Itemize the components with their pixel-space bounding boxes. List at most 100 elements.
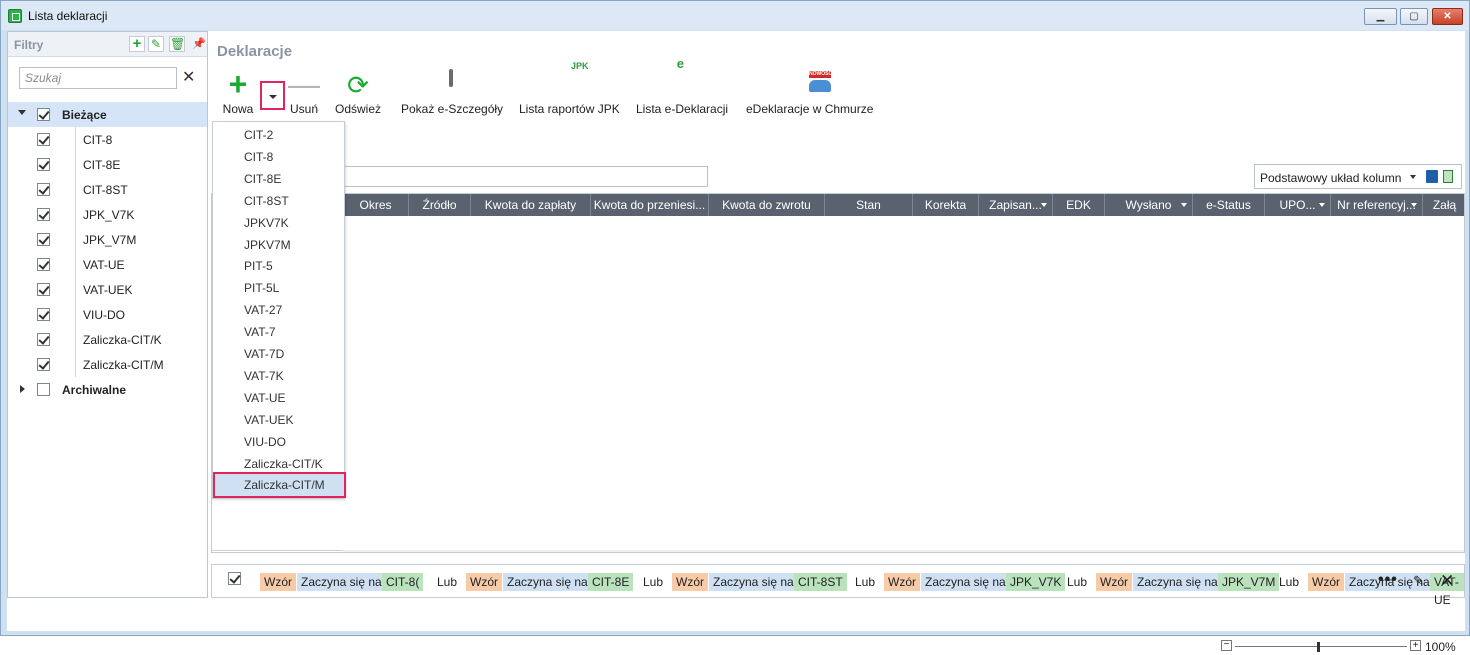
close-window-button[interactable]: ✕ — [1432, 8, 1463, 25]
column-header[interactable]: e-Status — [1193, 194, 1265, 216]
delete-filter-icon[interactable]: 🗑 — [169, 36, 185, 52]
menu-item[interactable]: JPKV7K — [214, 212, 343, 234]
filter-token[interactable]: Zaczyna się na — [709, 573, 798, 591]
clear-filter-expression-icon[interactable]: ✕ — [1440, 571, 1454, 591]
column-header[interactable]: Kwota do zapłaty — [471, 194, 591, 216]
zoom-slider-knob[interactable] — [1317, 642, 1320, 652]
group-checkbox[interactable] — [37, 108, 50, 121]
menu-item[interactable]: VAT-7K — [214, 365, 343, 387]
minimize-button[interactable]: ▁ — [1364, 8, 1397, 25]
tree-group[interactable]: Bieżące — [8, 102, 207, 127]
item-checkbox[interactable] — [37, 133, 50, 146]
column-header[interactable]: Kwota do przeniesi... — [591, 194, 709, 216]
clear-search-icon[interactable]: ✕ — [182, 70, 195, 86]
item-checkbox[interactable] — [37, 233, 50, 246]
tree-item[interactable]: VAT-UEK — [8, 277, 207, 302]
column-header[interactable]: Kwota do zwrotu — [709, 194, 825, 216]
filter-token[interactable]: Wzór — [1096, 573, 1132, 591]
filter-token[interactable]: Lub — [639, 573, 667, 591]
tree-item[interactable]: CIT-8E — [8, 152, 207, 177]
filter-token[interactable]: Lub — [1063, 573, 1091, 591]
filter-enabled-checkbox[interactable] — [228, 572, 241, 585]
column-header[interactable]: Okres — [343, 194, 409, 216]
save-layout-icon[interactable] — [1426, 170, 1438, 183]
maximize-button[interactable]: ▢ — [1400, 8, 1428, 25]
filter-token[interactable]: Wzór — [884, 573, 920, 591]
filter-token[interactable]: Wzór — [466, 573, 502, 591]
column-header[interactable]: Zapisan... — [979, 194, 1053, 216]
item-checkbox[interactable] — [37, 258, 50, 271]
item-checkbox[interactable] — [37, 308, 50, 321]
tree-item[interactable]: JPK_V7K — [8, 202, 207, 227]
menu-item[interactable]: VAT-27 — [214, 299, 343, 321]
filter-token[interactable]: Lub — [433, 573, 461, 591]
edit-filter-icon[interactable]: ✎ — [148, 36, 164, 52]
delete-button[interactable]: — Usuń — [287, 68, 321, 116]
more-icon[interactable]: ••• — [1378, 571, 1398, 589]
column-layout-select[interactable]: Podstawowy układ kolumn — [1254, 164, 1462, 189]
tree-item[interactable]: VIU-DO — [8, 302, 207, 327]
item-checkbox[interactable] — [37, 158, 50, 171]
menu-item[interactable]: PIT-5 — [214, 255, 343, 277]
jpk-reports-list-button[interactable]: JPK Lista raportów JPK — [519, 61, 620, 116]
menu-item[interactable]: PIT-5L — [214, 277, 343, 299]
column-filter-icon[interactable] — [1041, 203, 1047, 207]
menu-item[interactable]: CIT-2 — [214, 124, 343, 146]
menu-item[interactable]: JPKV7M — [214, 234, 343, 256]
menu-item[interactable]: VAT-7D — [214, 343, 343, 365]
refresh-button[interactable]: ⟳ Odśwież — [333, 71, 383, 116]
filter-token[interactable]: Zaczyna się na — [921, 573, 1010, 591]
zoom-in-button[interactable]: + — [1410, 640, 1421, 651]
column-header[interactable]: Wysłano — [1105, 194, 1193, 216]
item-checkbox[interactable] — [37, 283, 50, 296]
zoom-out-button[interactable]: − — [1221, 640, 1232, 651]
filter-token[interactable]: Wzór — [672, 573, 708, 591]
item-checkbox[interactable] — [37, 333, 50, 346]
filter-token[interactable]: Zaczyna się na — [297, 573, 386, 591]
item-checkbox[interactable] — [37, 183, 50, 196]
delete-layout-icon[interactable] — [1443, 170, 1453, 183]
filter-token[interactable]: CIT-8E — [588, 573, 634, 591]
column-header[interactable]: Korekta — [913, 194, 979, 216]
column-header[interactable]: EDK — [1053, 194, 1105, 216]
group-checkbox[interactable] — [37, 383, 50, 396]
edit-filter-expression-icon[interactable]: ✎ — [1413, 573, 1424, 589]
filter-token[interactable]: CIT-8( — [382, 573, 424, 591]
filter-token[interactable]: CIT-8ST — [794, 573, 847, 591]
e-declarations-list-button[interactable]: e Lista e-Deklaracji — [636, 56, 728, 116]
edeclarations-cloud-button[interactable]: NOWOŚĆ eDeklaracje w Chmurze — [746, 71, 873, 116]
zoom-slider[interactable] — [1235, 646, 1407, 647]
column-filter-icon[interactable] — [1181, 203, 1187, 207]
new-button[interactable]: + Nowa — [221, 68, 255, 116]
item-checkbox[interactable] — [37, 358, 50, 371]
tree-item[interactable]: JPK_V7M — [8, 227, 207, 252]
expand-down-icon[interactable] — [18, 110, 26, 115]
menu-item[interactable]: VIU-DO — [214, 431, 343, 453]
menu-item[interactable]: CIT-8E — [214, 168, 343, 190]
filter-token[interactable]: Zaczyna się na — [503, 573, 592, 591]
show-e-details-button[interactable]: Pokaż e-Szczegóły — [401, 69, 503, 116]
filter-search-input[interactable]: Szukaj — [19, 67, 177, 89]
menu-item[interactable]: Zaliczka-CIT/M — [213, 472, 346, 499]
column-filter-icon[interactable] — [1411, 203, 1417, 207]
scroll-right-icon[interactable]: ▸ — [1458, 552, 1462, 553]
tree-item[interactable]: CIT-8 — [8, 127, 207, 152]
new-dropdown-button[interactable] — [260, 81, 285, 110]
filter-token[interactable]: Wzór — [1308, 573, 1344, 591]
pin-icon[interactable]: 📌 — [192, 37, 206, 50]
horizontal-scrollbar[interactable]: ◂ ▸ — [343, 550, 1464, 553]
column-header[interactable]: Źródło — [409, 194, 471, 216]
filter-token[interactable]: JPK_V7M — [1218, 573, 1280, 591]
menu-item[interactable]: CIT-8ST — [214, 190, 343, 212]
tree-item[interactable]: Zaliczka-CIT/M — [8, 352, 207, 377]
scroll-left-icon[interactable]: ◂ — [345, 552, 349, 553]
tree-group[interactable]: Archiwalne — [8, 377, 207, 402]
filter-token[interactable]: Zaczyna się na — [1133, 573, 1222, 591]
column-header[interactable]: UPO... — [1265, 194, 1331, 216]
menu-item[interactable]: Zaliczka-CIT/K — [214, 453, 343, 475]
column-header[interactable]: Nr referencyj... — [1331, 194, 1423, 216]
column-filter-icon[interactable] — [1319, 203, 1325, 207]
chevron-down-icon[interactable] — [1410, 175, 1416, 179]
item-checkbox[interactable] — [37, 208, 50, 221]
menu-item[interactable]: VAT-UE — [214, 387, 343, 409]
